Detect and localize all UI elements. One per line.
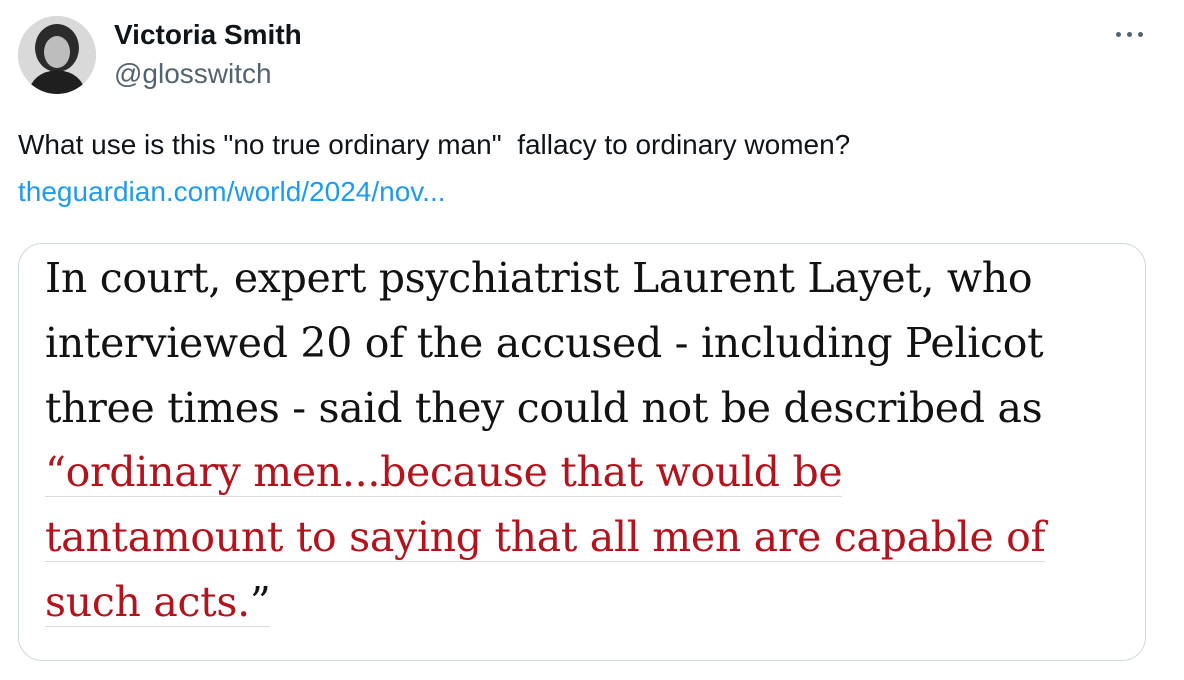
more-options-button[interactable]	[1108, 18, 1152, 50]
highlight-line-1: “ordinary men...because that would be	[45, 448, 843, 497]
closing-quote: ”	[249, 578, 271, 626]
author-display-name[interactable]: Victoria Smith	[114, 17, 302, 53]
tweet: Victoria Smith @glosswitch What use is t…	[0, 0, 1184, 680]
highlight-line-3-text: such acts.	[45, 578, 250, 626]
quote-line-1: In court, expert psychiatrist Laurent La…	[45, 254, 1033, 302]
avatar-image	[18, 16, 96, 94]
highlight-line-2: tantamount to saying that all men are ca…	[45, 513, 1046, 562]
quote-line-3: three times - said they could not be des…	[45, 384, 1043, 432]
more-horizontal-icon	[1116, 32, 1144, 38]
quote-line-2: interviewed 20 of the accused - includin…	[45, 319, 1044, 367]
tweet-text: What use is this "no true ordinary man" …	[18, 129, 851, 160]
tweet-link[interactable]: theguardian.com/world/2024/nov...	[18, 174, 446, 210]
media-image-card[interactable]: In court, expert psychiatrist Laurent La…	[18, 243, 1146, 661]
avatar[interactable]	[18, 16, 96, 94]
highlight-line-3: such acts.”	[45, 578, 271, 627]
author-handle[interactable]: @glosswitch	[114, 56, 272, 92]
